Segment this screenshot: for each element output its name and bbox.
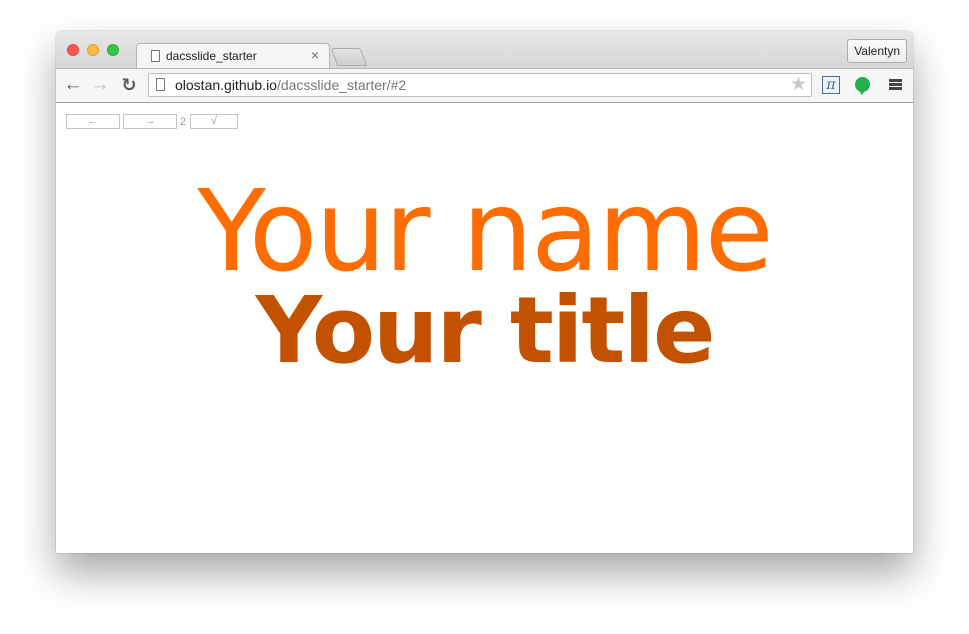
previous-slide-button[interactable]: ← xyxy=(66,114,120,129)
slide-title-heading: Your title xyxy=(255,277,716,384)
browser-toolbar: ← → ↻ olostan.github.io/dacsslide_starte… xyxy=(56,68,913,103)
green-speech-bubble-extension-icon[interactable] xyxy=(855,77,870,95)
forward-button[interactable]: → xyxy=(89,74,111,96)
browser-window: dacsslide_starter × Valentyn ← → ↻ olost… xyxy=(56,31,913,553)
page-icon xyxy=(156,78,165,91)
tab-active[interactable]: dacsslide_starter × xyxy=(136,43,330,70)
url-path: /dacsslide_starter/#2 xyxy=(276,77,407,93)
page-content: ← → 2 √ Your name Your title xyxy=(56,103,913,553)
slide-name-heading: Your name xyxy=(197,167,773,297)
slide-number: 2 xyxy=(180,116,187,128)
tab-strip: dacsslide_starter × Valentyn xyxy=(56,31,913,70)
window-minimize-button[interactable] xyxy=(87,44,99,56)
next-slide-button[interactable]: → xyxy=(123,114,177,129)
tab-title: dacsslide_starter xyxy=(166,49,257,63)
address-url[interactable]: olostan.github.io/dacsslide_starter/#2 xyxy=(175,77,406,93)
window-close-button[interactable] xyxy=(67,44,79,56)
menu-hamburger-icon[interactable] xyxy=(889,79,902,90)
url-host: olostan.github.io xyxy=(175,77,277,93)
page-icon xyxy=(151,50,160,62)
new-tab-button[interactable] xyxy=(330,48,368,66)
window-maximize-button[interactable] xyxy=(107,44,119,56)
pi-extension-icon[interactable]: π xyxy=(822,76,840,94)
back-button[interactable]: ← xyxy=(62,74,84,96)
tab-close-icon[interactable]: × xyxy=(311,47,319,63)
bookmark-star-icon[interactable]: ★ xyxy=(790,74,807,96)
profile-button[interactable]: Valentyn xyxy=(847,39,907,63)
reload-button[interactable]: ↻ xyxy=(118,74,140,96)
done-button[interactable]: √ xyxy=(190,114,238,129)
address-bar[interactable]: olostan.github.io/dacsslide_starter/#2 ★ xyxy=(148,73,812,97)
